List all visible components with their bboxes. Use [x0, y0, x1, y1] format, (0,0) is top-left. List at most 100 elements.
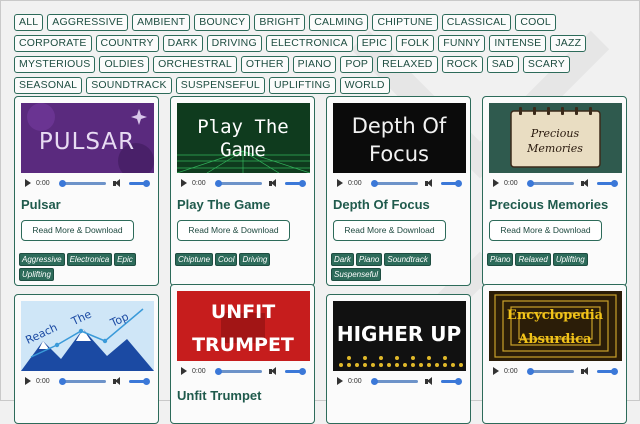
genre-tag-other[interactable]: OTHER [240, 56, 289, 73]
play-icon[interactable] [337, 179, 343, 187]
volume-icon[interactable] [269, 178, 279, 188]
volume-slider[interactable] [129, 179, 150, 187]
genre-tag-funny[interactable]: FUNNY [438, 35, 486, 52]
play-icon[interactable] [25, 179, 31, 187]
track-title[interactable]: Precious Memories [489, 197, 608, 212]
volume-slider[interactable] [441, 377, 462, 385]
track-tag[interactable]: Relaxed [515, 253, 551, 266]
volume-slider[interactable] [597, 179, 618, 187]
genre-tag-driving[interactable]: DRIVING [206, 35, 262, 52]
genre-tag-bright[interactable]: BRIGHT [254, 14, 306, 31]
track-tag[interactable]: Soundtrack [384, 253, 431, 266]
volume-slider[interactable] [441, 179, 462, 187]
track-tag[interactable]: Epic [114, 253, 136, 266]
genre-tag-sad[interactable]: SAD [486, 56, 519, 73]
genre-tag-orchestral[interactable]: ORCHESTRAL [153, 56, 237, 73]
genre-tag-soundtrack[interactable]: SOUNDTRACK [86, 77, 172, 94]
play-icon[interactable] [181, 179, 187, 187]
volume-icon[interactable] [113, 178, 123, 188]
genre-tag-classical[interactable]: CLASSICAL [441, 14, 512, 31]
play-icon[interactable] [181, 367, 187, 375]
seek-slider[interactable] [59, 377, 106, 385]
genre-tag-seasonal[interactable]: SEASONAL [14, 77, 83, 94]
seek-slider[interactable] [215, 367, 262, 375]
genre-tag-folk[interactable]: FOLK [396, 35, 435, 52]
track-thumbnail[interactable]: Precious Memories [489, 103, 622, 173]
volume-slider[interactable] [597, 367, 618, 375]
play-icon[interactable] [337, 377, 343, 385]
genre-tag-electronica[interactable]: ELECTRONICA [265, 35, 353, 52]
track-tag[interactable]: Electronica [66, 253, 113, 266]
genre-tag-oldies[interactable]: OLDIES [99, 56, 150, 73]
play-icon[interactable] [25, 377, 31, 385]
track-thumbnail[interactable]: Reach The Top [21, 301, 154, 371]
genre-tag-all[interactable]: ALL [14, 14, 44, 31]
read-more-download-button[interactable]: Read More & Download [177, 220, 290, 241]
genre-tag-cool[interactable]: COOL [515, 14, 556, 31]
volume-icon[interactable] [581, 366, 591, 376]
volume-icon[interactable] [425, 178, 435, 188]
track-title[interactable]: Play The Game [177, 197, 270, 212]
seek-slider[interactable] [371, 377, 418, 385]
track-title[interactable]: Depth Of Focus [333, 197, 430, 212]
volume-icon[interactable] [425, 376, 435, 386]
track-thumbnail[interactable]: UNFIT TRUMPET [177, 291, 310, 361]
read-more-download-button[interactable]: Read More & Download [21, 220, 134, 241]
genre-tag-mysterious[interactable]: MYSTERIOUS [14, 56, 96, 73]
thumb-title-line1: Depth Of [352, 114, 447, 138]
track-thumbnail[interactable]: Depth Of Focus [333, 103, 466, 173]
track-thumbnail[interactable]: Play The Game [177, 103, 310, 173]
track-tag[interactable]: Piano [355, 253, 383, 266]
genre-tag-corporate[interactable]: CORPORATE [14, 35, 92, 52]
volume-icon[interactable] [581, 178, 591, 188]
genre-tag-country[interactable]: COUNTRY [95, 35, 159, 52]
volume-slider[interactable] [285, 367, 306, 375]
genre-tag-chiptune[interactable]: CHIPTUNE [372, 14, 438, 31]
genre-tag-piano[interactable]: PIANO [292, 56, 337, 73]
volume-icon[interactable] [269, 366, 279, 376]
track-title[interactable]: Pulsar [21, 197, 61, 212]
genre-tag-uplifting[interactable]: UPLIFTING [268, 77, 336, 94]
track-tag[interactable]: Uplifting [19, 268, 54, 281]
track-thumbnail[interactable]: PULSAR [21, 103, 154, 173]
read-more-download-button[interactable]: Read More & Download [333, 220, 446, 241]
genre-tag-epic[interactable]: EPIC [356, 35, 393, 52]
track-thumbnail[interactable]: Encyclopedia Absurdica [489, 291, 622, 361]
genre-tag-rock[interactable]: ROCK [441, 56, 483, 73]
seek-slider[interactable] [527, 179, 574, 187]
time-display: 0:00 [192, 367, 206, 375]
thumb-title-line2: TRUMPET [192, 334, 294, 356]
track-tag[interactable]: Suspenseful [331, 268, 382, 281]
track-thumbnail[interactable]: HIGHER UP [333, 301, 466, 371]
genre-tag-relaxed[interactable]: RELAXED [377, 56, 438, 73]
track-tag[interactable]: Cool [215, 253, 238, 266]
volume-icon[interactable] [113, 376, 123, 386]
track-tag[interactable]: Aggressive [19, 253, 65, 266]
seek-slider[interactable] [59, 179, 106, 187]
track-tag[interactable]: Uplifting [552, 253, 588, 266]
read-more-download-button[interactable]: Read More & Download [489, 220, 602, 241]
genre-tag-aggressive[interactable]: AGGRESSIVE [47, 14, 129, 31]
audio-player: 0:00 [333, 374, 466, 388]
seek-slider[interactable] [527, 367, 574, 375]
genre-tag-jazz[interactable]: JAZZ [550, 35, 587, 52]
genre-tag-ambient[interactable]: AMBIENT [132, 14, 191, 31]
track-tag[interactable]: Dark [331, 253, 354, 266]
seek-slider[interactable] [215, 179, 262, 187]
volume-slider[interactable] [285, 179, 306, 187]
genre-tag-world[interactable]: WORLD [339, 77, 390, 94]
track-tag[interactable]: Driving [239, 253, 271, 266]
track-tag[interactable]: Chiptune [175, 253, 214, 266]
volume-slider[interactable] [129, 377, 150, 385]
genre-tag-scary[interactable]: SCARY [522, 56, 570, 73]
play-icon[interactable] [493, 367, 499, 375]
genre-tag-suspenseful[interactable]: SUSPENSEFUL [175, 77, 265, 94]
play-icon[interactable] [493, 179, 499, 187]
genre-tag-bouncy[interactable]: BOUNCY [194, 14, 251, 31]
track-tag[interactable]: Piano [487, 253, 514, 266]
genre-tag-dark[interactable]: DARK [162, 35, 203, 52]
genre-tag-intense[interactable]: INTENSE [489, 35, 547, 52]
genre-tag-calming[interactable]: CALMING [309, 14, 369, 31]
genre-tag-pop[interactable]: POP [340, 56, 374, 73]
seek-slider[interactable] [371, 179, 418, 187]
